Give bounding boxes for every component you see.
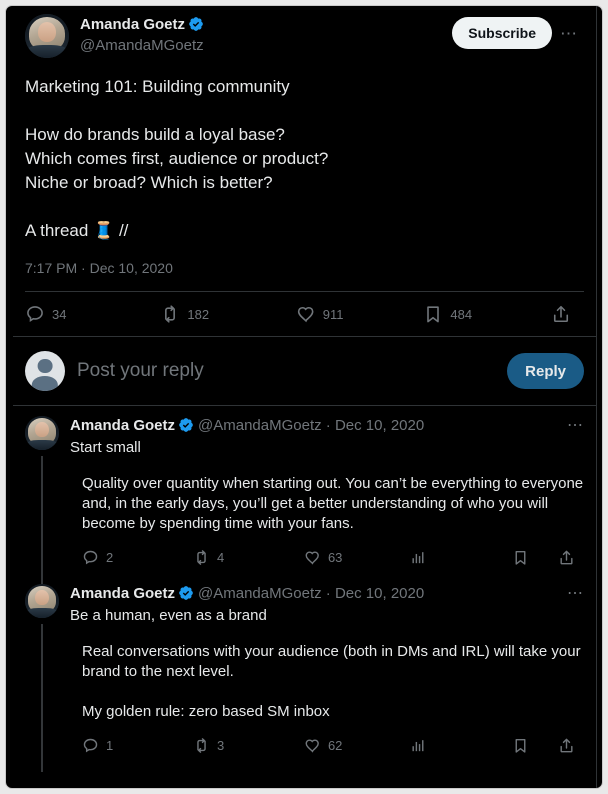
more-options-icon[interactable]: ⋯ xyxy=(567,586,584,602)
retweet-count: 4 xyxy=(216,549,225,565)
reply-submit-button[interactable]: Reply xyxy=(507,353,584,389)
like-count: 63 xyxy=(327,549,343,565)
reply-icon xyxy=(25,304,45,324)
avatar[interactable] xyxy=(25,584,59,618)
share-metric[interactable] xyxy=(558,549,582,566)
analytics-icon xyxy=(410,549,427,566)
reply-secondary-actions xyxy=(512,549,582,566)
reply-composer[interactable]: Post your reply Reply xyxy=(13,337,596,405)
share-icon xyxy=(551,304,571,324)
reply-body-text: Quality over quantity when starting out.… xyxy=(82,475,588,532)
avatar-face xyxy=(35,422,49,438)
reply-headline: Start small xyxy=(70,439,141,456)
reply-metrics: 2 4 63 xyxy=(70,540,584,574)
more-options-icon[interactable]: ⋯ xyxy=(554,25,584,42)
author-display-name[interactable]: Amanda Goetz xyxy=(80,15,185,35)
retweet-metric[interactable]: 4 xyxy=(193,549,304,566)
reply-content: Amanda Goetz @AmandaMGoetz · Dec 10, 202… xyxy=(59,416,584,574)
reply-metrics: 1 3 62 xyxy=(70,728,584,762)
analytics-metric[interactable] xyxy=(410,737,512,754)
reply-count: 1 xyxy=(106,737,114,753)
reply-input-placeholder[interactable]: Post your reply xyxy=(77,360,495,382)
reply-metric[interactable]: 2 xyxy=(82,549,193,566)
reply-headline: Be a human, even as a brand xyxy=(70,607,267,624)
thread-gutter xyxy=(25,572,59,772)
avatar-face xyxy=(38,21,56,42)
thread-gutter xyxy=(25,416,59,584)
reply-icon xyxy=(82,549,99,566)
reply-secondary-actions xyxy=(512,737,582,754)
avatar-body xyxy=(26,439,58,450)
author-handle[interactable]: @AmandaMGoetz xyxy=(80,36,452,56)
main-tweet: Amanda Goetz @AmandaMGoetz Subscribe ⋯ M… xyxy=(13,6,596,336)
main-tweet-header: Amanda Goetz @AmandaMGoetz Subscribe ⋯ xyxy=(25,14,584,64)
retweet-count: 182 xyxy=(187,306,210,322)
avatar[interactable] xyxy=(25,416,59,450)
like-icon xyxy=(304,549,321,566)
verified-badge-icon xyxy=(178,417,194,433)
like-metric[interactable]: 911 xyxy=(296,304,424,324)
reply-handle-and-date[interactable]: @AmandaMGoetz · Dec 10, 2020 xyxy=(198,584,424,604)
bookmark-icon xyxy=(512,737,529,754)
share-metric[interactable] xyxy=(558,737,582,754)
main-tweet-body: Marketing 101: Building community How do… xyxy=(25,77,329,240)
reply-handle-and-date[interactable]: @AmandaMGoetz · Dec 10, 2020 xyxy=(198,416,424,436)
screenshot-frame: Amanda Goetz @AmandaMGoetz Subscribe ⋯ M… xyxy=(5,5,603,789)
avatar[interactable] xyxy=(25,14,69,58)
share-metric[interactable] xyxy=(551,304,578,324)
reply-body-text: Real conversations with your audience (b… xyxy=(82,643,581,720)
reply-item: Amanda Goetz @AmandaMGoetz · Dec 10, 202… xyxy=(13,572,596,772)
main-tweet-timestamp[interactable]: 7:17 PM · Dec 10, 2020 xyxy=(25,258,584,278)
retweet-icon xyxy=(193,737,210,754)
reply-metric[interactable]: 34 xyxy=(25,304,160,324)
composer-avatar-head xyxy=(37,358,53,374)
reply-header: Amanda Goetz @AmandaMGoetz · Dec 10, 202… xyxy=(70,416,584,436)
reply-header: Amanda Goetz @AmandaMGoetz · Dec 10, 202… xyxy=(70,584,584,604)
reply-count: 34 xyxy=(52,306,67,322)
bookmark-icon xyxy=(512,549,529,566)
more-options-icon[interactable]: ⋯ xyxy=(567,418,584,434)
bookmark-metric[interactable]: 484 xyxy=(423,304,551,324)
retweet-icon xyxy=(160,304,180,324)
verified-badge-icon xyxy=(188,16,204,32)
avatar-body xyxy=(26,607,58,618)
analytics-metric[interactable] xyxy=(410,549,512,566)
reply-content: Amanda Goetz @AmandaMGoetz · Dec 10, 202… xyxy=(59,584,584,762)
retweet-metric[interactable]: 182 xyxy=(160,304,295,324)
like-count: 62 xyxy=(327,737,343,753)
retweet-metric[interactable]: 3 xyxy=(193,737,304,754)
verified-badge-icon xyxy=(178,585,194,601)
share-icon xyxy=(558,549,575,566)
bookmark-metric[interactable] xyxy=(512,737,536,754)
like-metric[interactable]: 62 xyxy=(304,737,410,754)
retweet-count: 3 xyxy=(216,737,225,753)
composer-avatar xyxy=(25,351,65,391)
retweet-icon xyxy=(193,549,210,566)
avatar-face xyxy=(35,590,49,606)
like-metric[interactable]: 63 xyxy=(304,549,410,566)
main-tweet-metrics: 34 182 911 484 xyxy=(25,292,584,336)
like-count: 911 xyxy=(322,306,344,322)
share-icon xyxy=(558,737,575,754)
bookmark-metric[interactable] xyxy=(512,549,536,566)
reply-author-name[interactable]: Amanda Goetz xyxy=(70,584,175,604)
analytics-icon xyxy=(410,737,427,754)
like-icon xyxy=(304,737,321,754)
timeline-column: Amanda Goetz @AmandaMGoetz Subscribe ⋯ M… xyxy=(13,6,597,788)
bookmark-icon xyxy=(423,304,443,324)
author-name-block: Amanda Goetz @AmandaMGoetz xyxy=(80,14,452,56)
reply-count: 2 xyxy=(106,549,114,565)
reply-metric[interactable]: 1 xyxy=(82,737,193,754)
main-tweet-actions: Subscribe ⋯ xyxy=(452,14,584,49)
thread-connector-line xyxy=(41,624,43,772)
reply-author-name[interactable]: Amanda Goetz xyxy=(70,416,175,436)
reply-icon xyxy=(82,737,99,754)
composer-avatar-body xyxy=(31,375,59,391)
subscribe-button[interactable]: Subscribe xyxy=(452,17,552,49)
bookmark-count: 484 xyxy=(450,306,473,322)
reply-item: Amanda Goetz @AmandaMGoetz · Dec 10, 202… xyxy=(13,406,596,584)
avatar-body xyxy=(26,44,68,58)
like-icon xyxy=(296,304,316,324)
thread-connector-line xyxy=(41,456,43,584)
